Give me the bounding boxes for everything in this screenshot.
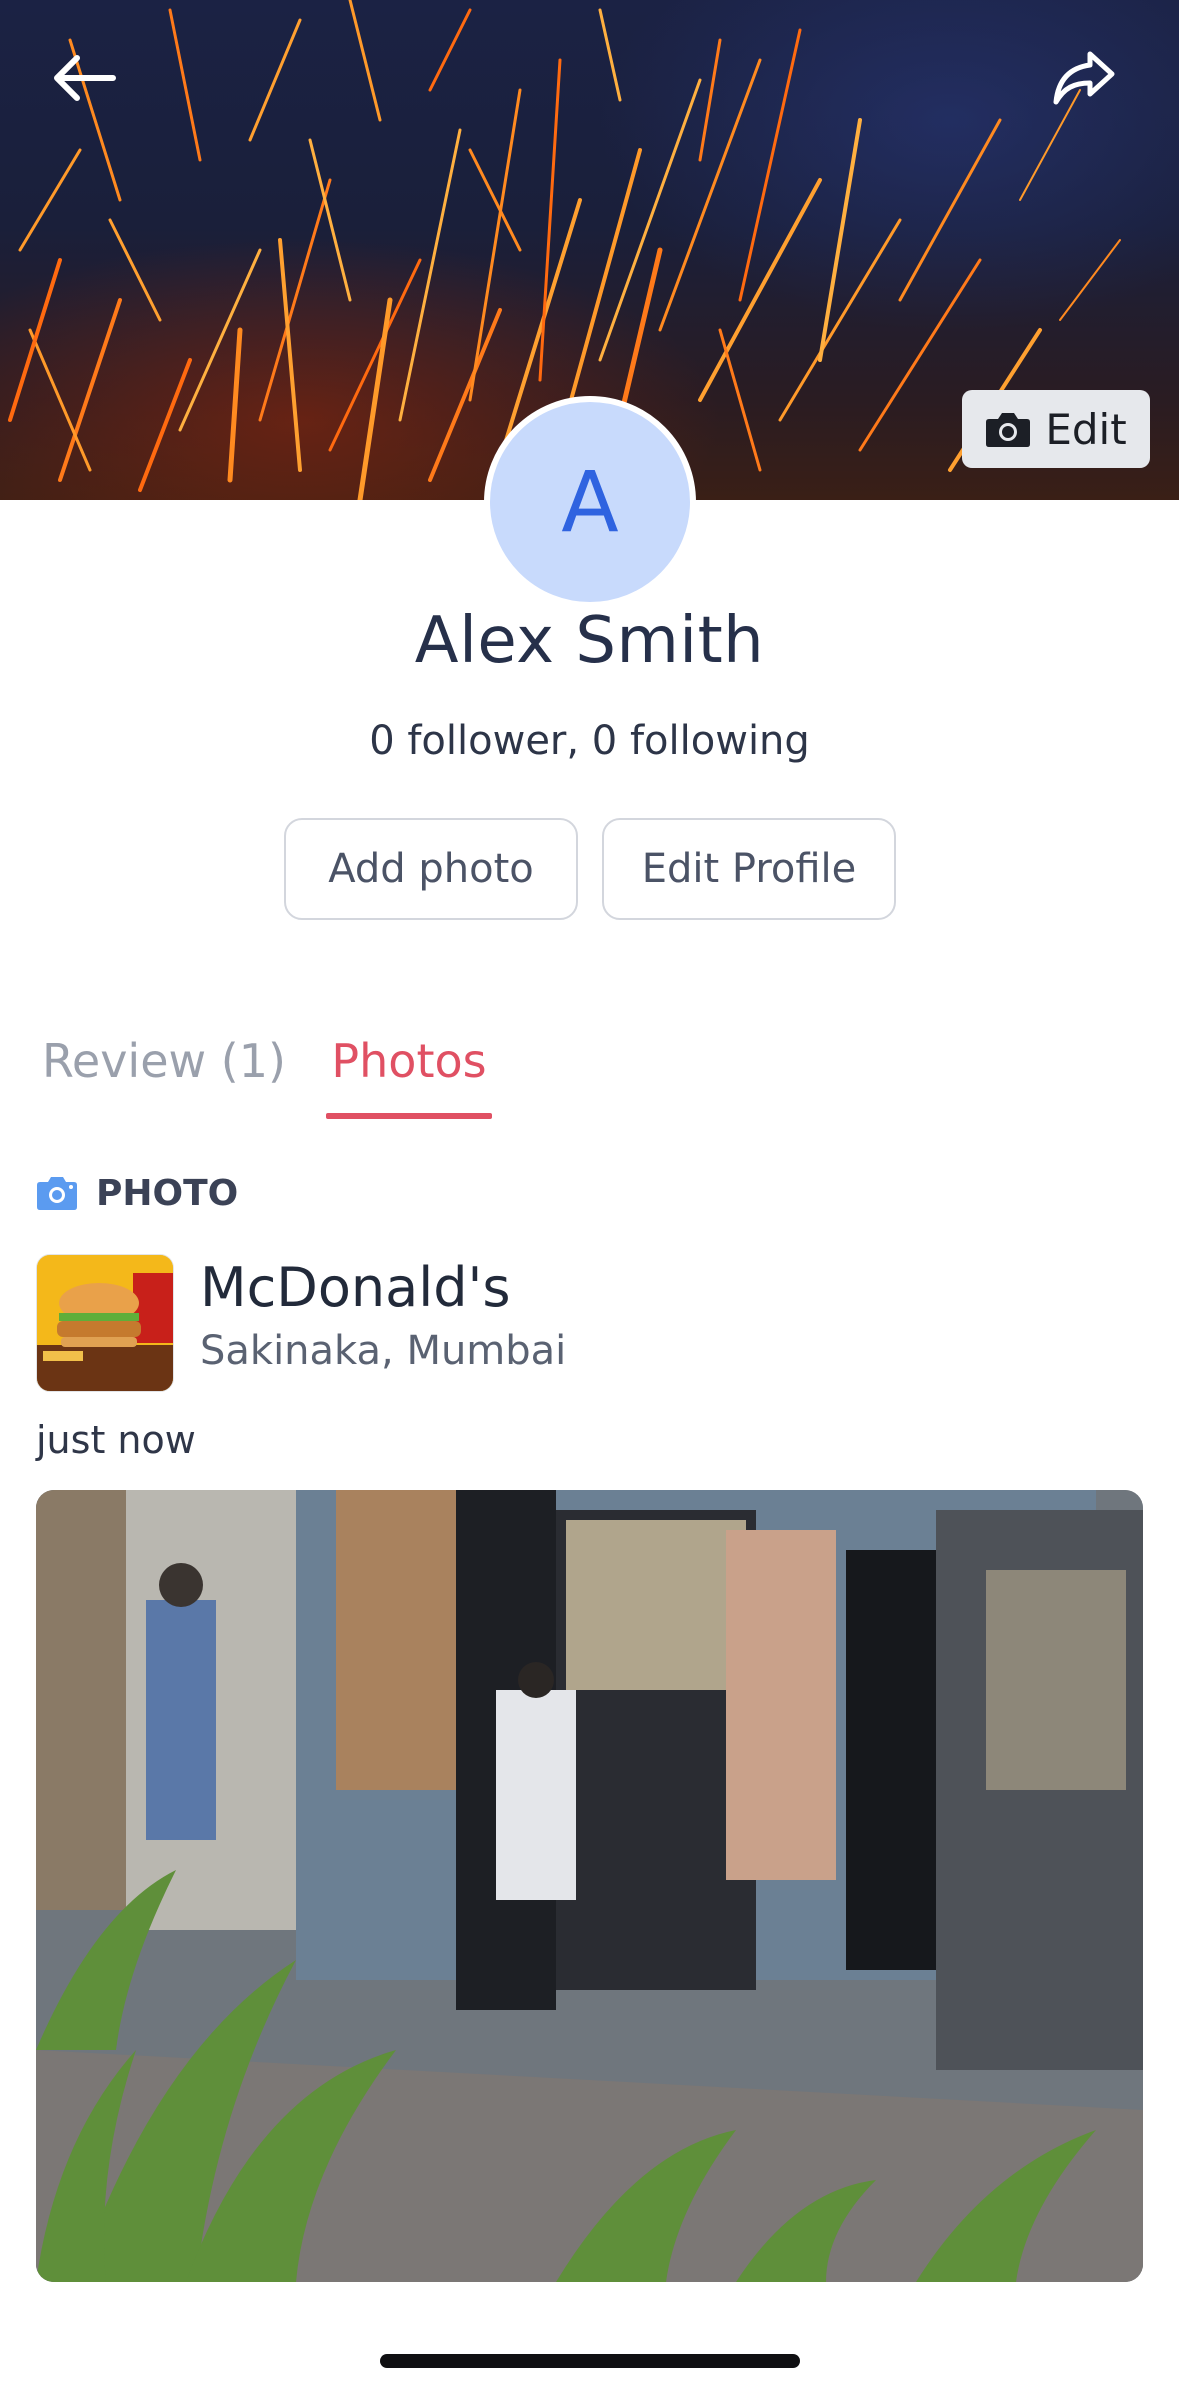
edit-cover-button[interactable]: Edit — [962, 390, 1150, 468]
profile-screen: Edit A Alex Smith 0 follower, 0 followin… — [0, 0, 1179, 2396]
restaurant-location: Sakinaka, Mumbai — [200, 1328, 567, 1374]
restaurant-name[interactable]: McDonald's — [200, 1256, 510, 1319]
edit-profile-button[interactable]: Edit Profile — [602, 818, 896, 920]
avatar-initial: A — [561, 453, 619, 551]
active-tab-indicator — [326, 1113, 492, 1119]
profile-name: Alex Smith — [414, 604, 765, 678]
tab-review[interactable]: Review (1) — [42, 1034, 286, 1120]
uploaded-photo[interactable] — [36, 1490, 1143, 2282]
share-icon — [1053, 51, 1115, 105]
arrow-left-icon — [54, 55, 116, 101]
back-button[interactable] — [36, 36, 132, 120]
restaurant-thumbnail[interactable] — [36, 1254, 174, 1392]
home-indicator[interactable] — [380, 2354, 800, 2368]
avatar[interactable]: A — [484, 396, 696, 608]
photo-section-header: PHOTO — [36, 1168, 238, 1218]
camera-icon — [37, 1177, 77, 1210]
edit-cover-label: Edit — [1045, 404, 1127, 454]
post-timestamp: just now — [36, 1418, 196, 1462]
camera-icon — [985, 410, 1031, 448]
follow-stats[interactable]: 0 follower, 0 following — [0, 718, 1179, 764]
burger-image — [37, 1255, 173, 1391]
add-photo-button[interactable]: Add photo — [284, 818, 578, 920]
share-button[interactable] — [1036, 36, 1132, 120]
tab-photos[interactable]: Photos — [326, 1034, 492, 1120]
section-label: PHOTO — [96, 1172, 239, 1214]
storefront-image — [36, 1490, 1143, 2282]
